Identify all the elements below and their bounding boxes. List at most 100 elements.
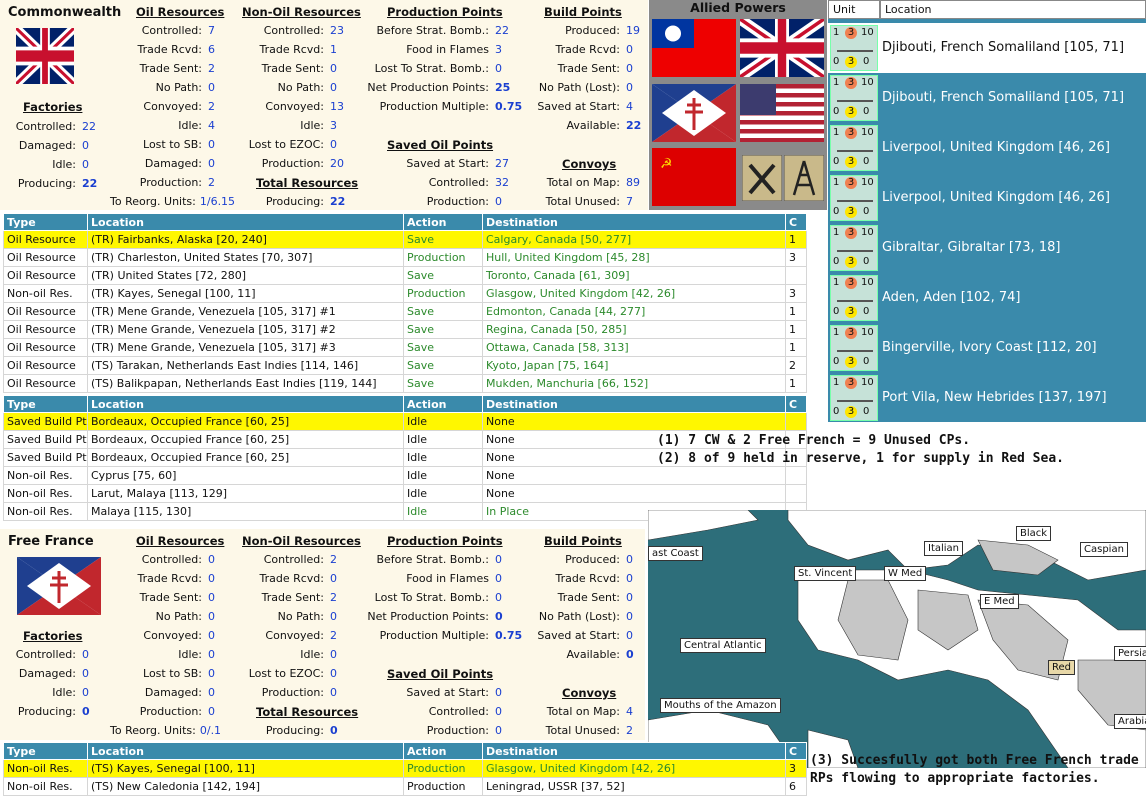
c-cell [785, 412, 807, 431]
counter-value: 3 [845, 77, 857, 89]
table-row[interactable]: Oil Resource (TS) Tarakan, Netherlands Ea… [3, 356, 807, 375]
table-row[interactable]: Oil Resource (TR) Mene Grande, Venezuela … [3, 338, 807, 357]
convoy-unit-icon[interactable]: 1 3 10 0 3 0 [830, 225, 878, 271]
destination-cell: Mukden, Manchuria [66, 152] [482, 374, 786, 393]
counter-value: 3 [845, 277, 857, 289]
ussr-flag-icon[interactable]: ☭ [652, 148, 736, 206]
counter-value: 1 [833, 77, 840, 88]
convoy-unit-icon[interactable]: 1 3 10 0 3 0 [830, 175, 878, 221]
uk-flag-icon[interactable] [740, 19, 824, 77]
counter-value: 10 [861, 177, 874, 188]
table-row[interactable]: Non-oil Res. Cyprus [75, 60] Idle None [3, 466, 807, 485]
counter-value: 0 [863, 406, 870, 417]
map-label: ast Coast [648, 546, 703, 561]
action-cell: Idle [403, 430, 483, 449]
free-france-flag-icon [17, 557, 101, 615]
free-france-panel: Free France Factories Controlled: 0 Damag… [0, 529, 645, 740]
action-cell: Idle [403, 484, 483, 503]
location-cell: (TS) Balikpapan, Netherlands East Indies… [87, 374, 404, 393]
mine-icon[interactable] [742, 155, 782, 201]
table-row[interactable]: Oil Resource (TR) United States [72, 280]… [3, 266, 807, 285]
destination-header[interactable]: Destination [482, 213, 786, 231]
type-header[interactable]: Type [3, 742, 88, 760]
counter-value: 3 [845, 127, 857, 139]
table-row[interactable]: Oil Resource (TR) Charleston, United Stat… [3, 248, 807, 267]
table-row[interactable]: Saved Build Pt Bordeaux, Occupied France … [3, 412, 807, 431]
unit-row[interactable]: 1 3 10 0 3 0 Aden, Aden [102, 74] [828, 273, 1146, 323]
counter-value: 0 [833, 106, 840, 117]
action-header[interactable]: Action [403, 213, 483, 231]
type-cell: Oil Resource [3, 230, 88, 249]
destination-cell: None [482, 412, 786, 431]
c-header[interactable]: C [785, 213, 807, 231]
convoy-unit-icon[interactable]: 1 3 10 0 3 0 [830, 375, 878, 421]
destination-cell: Ottawa, Canada [58, 313] [482, 338, 786, 357]
unit-column-header[interactable]: Unit [828, 0, 880, 19]
location-cell: Bordeaux, Occupied France [60, 25] [87, 430, 404, 449]
unit-row[interactable]: 1 3 10 0 3 0 Gibraltar, Gibraltar [73, 18] [828, 223, 1146, 273]
location-cell: Bordeaux, Occupied France [60, 25] [87, 448, 404, 467]
location-column-header[interactable]: Location [880, 0, 1146, 19]
type-header[interactable]: Type [3, 395, 88, 413]
unit-row[interactable]: 1 3 10 0 3 0 Djibouti, French Somaliland [105,… [828, 73, 1146, 123]
oil-derrick-icon[interactable] [784, 155, 824, 201]
destination-cell: Toronto, Canada [61, 309] [482, 266, 786, 285]
location-header[interactable]: Location [87, 742, 404, 760]
location-header[interactable]: Location [87, 395, 404, 413]
table-row[interactable]: Oil Resource (TR) Mene Grande, Venezuela … [3, 320, 807, 339]
counter-value: 0 [833, 406, 840, 417]
c-cell [785, 266, 807, 285]
destination-header[interactable]: Destination [482, 742, 786, 760]
action-cell: Save [403, 338, 483, 357]
table-row[interactable]: Non-oil Res. (TR) Kayes, Senegal [100, 11… [3, 284, 807, 303]
convoy-unit-icon[interactable]: 1 3 10 0 3 0 [830, 325, 878, 371]
table-row[interactable]: Oil Resource (TS) Balikpapan, Netherlands… [3, 374, 807, 393]
action-header[interactable]: Action [403, 742, 483, 760]
c-header[interactable]: C [785, 742, 807, 760]
table-row[interactable]: Oil Resource (TR) Fairbanks, Alaska [20, … [3, 230, 807, 249]
type-cell: Non-oil Res. [3, 284, 88, 303]
factories-heading: Factories [23, 629, 83, 643]
c-header[interactable]: C [785, 395, 807, 413]
c-cell: 3 [785, 248, 807, 267]
table-row[interactable]: Non-oil Res. Larut, Malaya [113, 129] Idle… [3, 484, 807, 503]
type-cell: Non-oil Res. [3, 484, 88, 503]
action-cell: Save [403, 230, 483, 249]
c-cell [785, 484, 807, 503]
unit-row[interactable]: 1 3 10 0 3 0 Liverpool, United Kingdom [46, 26… [828, 123, 1146, 173]
destination-cell: Edmonton, Canada [44, 277] [482, 302, 786, 321]
location-cell: Bordeaux, Occupied France [60, 25] [87, 412, 404, 431]
unit-row[interactable]: 1 3 10 0 3 0 Liverpool, United Kingdom [46, 26… [828, 173, 1146, 223]
c-cell: 1 [785, 320, 807, 339]
unit-row[interactable]: 1 3 10 0 3 0 Port Vila, New Hebrides [137, 197… [828, 373, 1146, 423]
china-flag-icon[interactable] [652, 19, 736, 77]
counter-value: 10 [861, 327, 874, 338]
unit-location: Port Vila, New Hebrides [137, 197] [882, 390, 1107, 405]
table-row[interactable]: Non-oil Res. (TS) Kayes, Senegal [100, 11… [3, 759, 807, 778]
note-3-line-2: RPs flowing to appropriate factories. [810, 771, 1100, 786]
ship-silhouette-icon [837, 142, 873, 152]
note-3: (3) Succesfully got both Free French tra… [810, 752, 1139, 788]
table-row[interactable]: Non-oil Res. (TS) New Caledonia [142, 194… [3, 777, 807, 796]
counter-value: 3 [845, 56, 857, 68]
type-header[interactable]: Type [3, 213, 88, 231]
map-view[interactable]: ast Coast St. Vincent W Med Italian Blac… [648, 510, 1146, 768]
convoy-unit-icon[interactable]: 1 3 10 0 3 0 [830, 25, 878, 71]
convoy-unit-icon[interactable]: 1 3 10 0 3 0 [830, 275, 878, 321]
counter-value: 1 [833, 177, 840, 188]
convoy-unit-icon[interactable]: 1 3 10 0 3 0 [830, 125, 878, 171]
counter-value: 0 [833, 356, 840, 367]
table-row[interactable]: Oil Resource (TR) Mene Grande, Venezuela … [3, 302, 807, 321]
action-cell: Save [403, 356, 483, 375]
convoy-unit-icon[interactable]: 1 3 10 0 3 0 [830, 75, 878, 121]
unit-row[interactable]: 1 3 10 0 3 0 Bingerville, Ivory Coast [112, 20… [828, 323, 1146, 373]
destination-header[interactable]: Destination [482, 395, 786, 413]
destination-cell: Kyoto, Japan [75, 164] [482, 356, 786, 375]
action-cell: Idle [403, 448, 483, 467]
c-cell: 1 [785, 230, 807, 249]
unit-row[interactable]: 1 3 10 0 3 0 Djibouti, French Somaliland [105,… [828, 23, 1146, 73]
location-header[interactable]: Location [87, 213, 404, 231]
usa-flag-icon[interactable] [740, 84, 824, 142]
free-france-flag-icon[interactable] [652, 84, 736, 142]
action-header[interactable]: Action [403, 395, 483, 413]
